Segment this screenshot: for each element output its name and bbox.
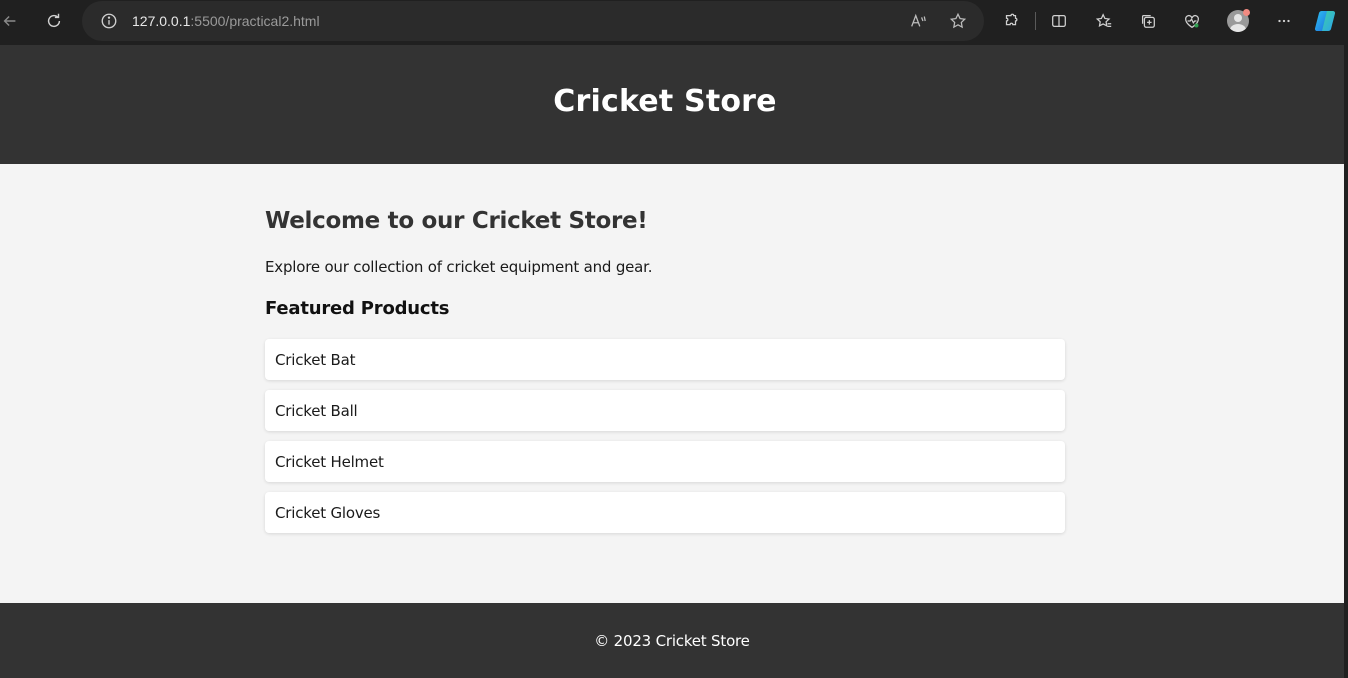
url-text[interactable]: 127.0.0.1:5500/practical2.html <box>132 13 320 29</box>
product-list: Cricket Bat Cricket Ball Cricket Helmet … <box>265 339 1065 533</box>
footer-copyright: © 2023 Cricket Store <box>594 631 750 650</box>
product-item-ball: Cricket Ball <box>265 390 1065 431</box>
extensions-icon[interactable] <box>993 0 1029 42</box>
browser-essentials-icon[interactable] <box>1174 0 1210 42</box>
scrollbar-gutter <box>1344 45 1348 678</box>
url-host: 127.0.0.1 <box>132 13 191 29</box>
favorites-icon[interactable] <box>1086 0 1122 42</box>
page-title: Cricket Store <box>553 84 777 119</box>
browser-toolbar: 127.0.0.1:5500/practical2.html <box>0 0 1348 42</box>
address-bar[interactable]: 127.0.0.1:5500/practical2.html <box>82 1 984 41</box>
more-options-icon[interactable] <box>1266 0 1302 42</box>
read-aloud-icon[interactable] <box>909 12 927 30</box>
site-header: Cricket Store <box>0 45 1344 164</box>
notification-badge <box>1243 9 1250 16</box>
back-icon[interactable] <box>0 0 28 42</box>
split-screen-icon[interactable] <box>1041 0 1077 42</box>
featured-products-heading: Featured Products <box>265 298 450 319</box>
favorite-star-icon[interactable] <box>949 12 967 30</box>
intro-text: Explore our collection of cricket equipm… <box>265 258 653 276</box>
product-item-helmet: Cricket Helmet <box>265 441 1065 482</box>
product-item-bat: Cricket Bat <box>265 339 1065 380</box>
collections-icon[interactable] <box>1130 0 1166 42</box>
toolbar-divider <box>1035 12 1036 30</box>
main-content: Welcome to our Cricket Store! Explore ou… <box>265 164 1065 543</box>
site-info-icon[interactable] <box>100 12 118 30</box>
product-item-gloves: Cricket Gloves <box>265 492 1065 533</box>
welcome-heading: Welcome to our Cricket Store! <box>265 208 648 234</box>
page-viewport: Cricket Store Welcome to our Cricket Sto… <box>0 45 1344 678</box>
site-footer: © 2023 Cricket Store <box>0 603 1344 678</box>
refresh-icon[interactable] <box>36 0 72 42</box>
url-path: :5500/practical2.html <box>190 13 320 29</box>
copilot-icon[interactable] <box>1313 9 1337 33</box>
